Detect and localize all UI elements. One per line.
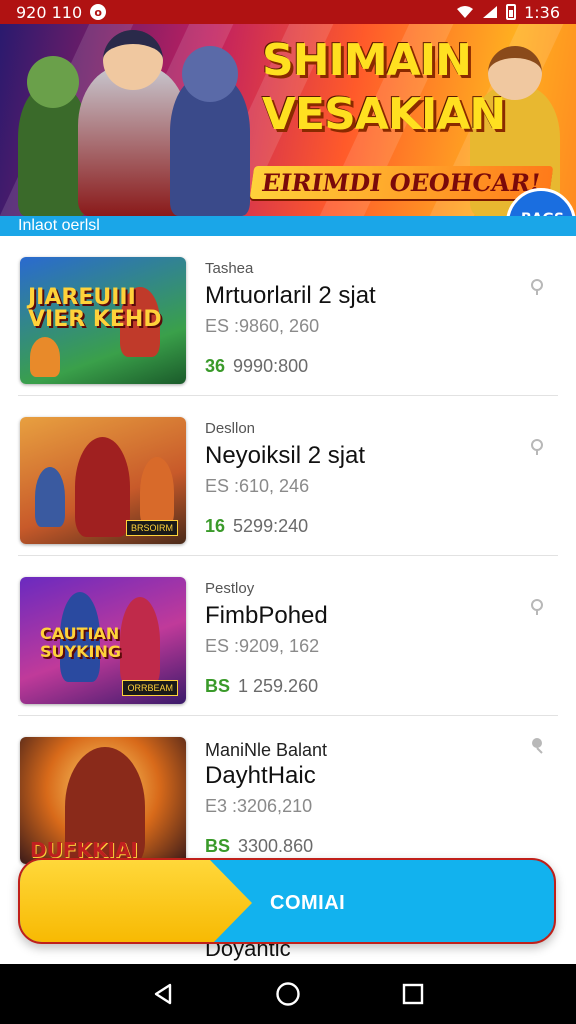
game-old-price: ES :9860, 260	[205, 316, 320, 336]
promo-banner[interactable]: SHIMAIN VESAKIAN EIRIMDI OEOHCAR! BAGS	[0, 24, 576, 216]
signal-icon	[483, 6, 498, 18]
price-value: 1 259.260	[238, 676, 319, 696]
recents-square-icon	[403, 983, 424, 1005]
cta-yellow-arrow	[20, 860, 252, 942]
game-thumbnail: BRSOIRM	[20, 417, 186, 544]
status-left: 920 110 o	[16, 2, 107, 22]
home-circle-icon	[276, 982, 300, 1006]
hero-wolf-figure	[170, 46, 250, 216]
map-pin-icon[interactable]	[528, 736, 546, 754]
game-new-price: 16 5299:240	[205, 516, 308, 537]
game-name: Mrtuorlaril 2 sjat	[205, 282, 376, 309]
list-item[interactable]: CAUTIAN SUYKING ORRBEAM Pestloy FimbPohe…	[0, 556, 576, 716]
thumbnail-title: JIAREUIII VIER KEHD	[28, 285, 162, 332]
game-new-price: BS 3300.860	[205, 836, 313, 857]
list-item[interactable]: DUFKKIAI ManiNle Balant DayhtHaic E3 :32…	[0, 716, 576, 876]
thumbnail-title: CAUTIAN SUYKING	[40, 624, 121, 661]
back-triangle-icon	[154, 983, 171, 1005]
banner-title: SHIMAIN VESAKIAN	[262, 34, 506, 142]
map-pin-icon[interactable]	[528, 598, 546, 616]
system-nav-bar	[0, 964, 576, 1024]
game-category: Pestloy	[205, 580, 255, 597]
game-old-price: ES :9209, 162	[205, 636, 320, 656]
game-name: DayhtHaic	[205, 762, 316, 789]
price-value: 5299:240	[233, 516, 309, 536]
price-value: 3300.860	[238, 836, 314, 856]
list-item[interactable]: BRSOIRM Desllon Neyoiksil 2 sjat ES :610…	[0, 396, 576, 556]
game-old-price: ES :610, 246	[205, 476, 310, 496]
cta-label: COMIAI	[270, 892, 346, 914]
price-currency: BS	[205, 676, 231, 696]
home-button[interactable]	[268, 974, 308, 1014]
banner-title-line1: SHIMAIN	[262, 35, 472, 86]
game-new-price: BS 1 259.260	[205, 676, 318, 697]
thumbnail-tag: ORRBEAM	[122, 680, 178, 696]
battery-icon	[506, 4, 517, 20]
thumbnail-tag: BRSOIRM	[125, 520, 178, 536]
wifi-icon	[457, 6, 474, 18]
game-category: Desllon	[205, 420, 256, 437]
status-right: 1:36	[456, 3, 560, 22]
section-header: Inlaot oerlsl	[0, 216, 576, 236]
price-currency: BS	[205, 836, 231, 856]
map-pin-icon[interactable]	[528, 438, 546, 456]
game-name: Neyoiksil 2 sjat	[205, 442, 366, 469]
game-new-price: 36 9990:800	[205, 356, 308, 377]
status-bar: 920 110 o 1:36	[0, 0, 576, 24]
back-button[interactable]	[143, 974, 183, 1014]
price-currency: 36	[205, 356, 226, 376]
map-pin-icon[interactable]	[528, 278, 546, 296]
price-currency: 16	[205, 516, 226, 536]
game-thumbnail: JIAREUIII VIER KEHD	[20, 257, 186, 384]
banner-subtitle: EIRIMDI OEOHCAR!	[249, 166, 553, 199]
game-old-price: E3 :3206,210	[205, 796, 313, 816]
app-screen: 920 110 o 1:36 SHIMAIN VESAKIAN EIRIMDI …	[0, 0, 576, 1024]
status-time: 1:36	[524, 2, 560, 22]
notification-icon: o	[90, 4, 107, 20]
game-category: ManiNle Balant	[205, 740, 328, 760]
game-name: FimbPohed	[205, 602, 328, 629]
recents-button[interactable]	[393, 974, 433, 1014]
continue-button[interactable]: COMIAI	[18, 858, 556, 944]
list-item[interactable]: JIAREUIII VIER KEHD Tashea Mrtuorlaril 2…	[0, 236, 576, 396]
status-left-text: 920 110	[16, 2, 83, 22]
game-category: Tashea	[205, 260, 254, 277]
game-thumbnail: CAUTIAN SUYKING ORRBEAM	[20, 577, 186, 704]
price-value: 9990:800	[233, 356, 309, 376]
banner-title-line2: VESAKIAN	[262, 89, 506, 140]
game-thumbnail: DUFKKIAI	[20, 737, 186, 864]
